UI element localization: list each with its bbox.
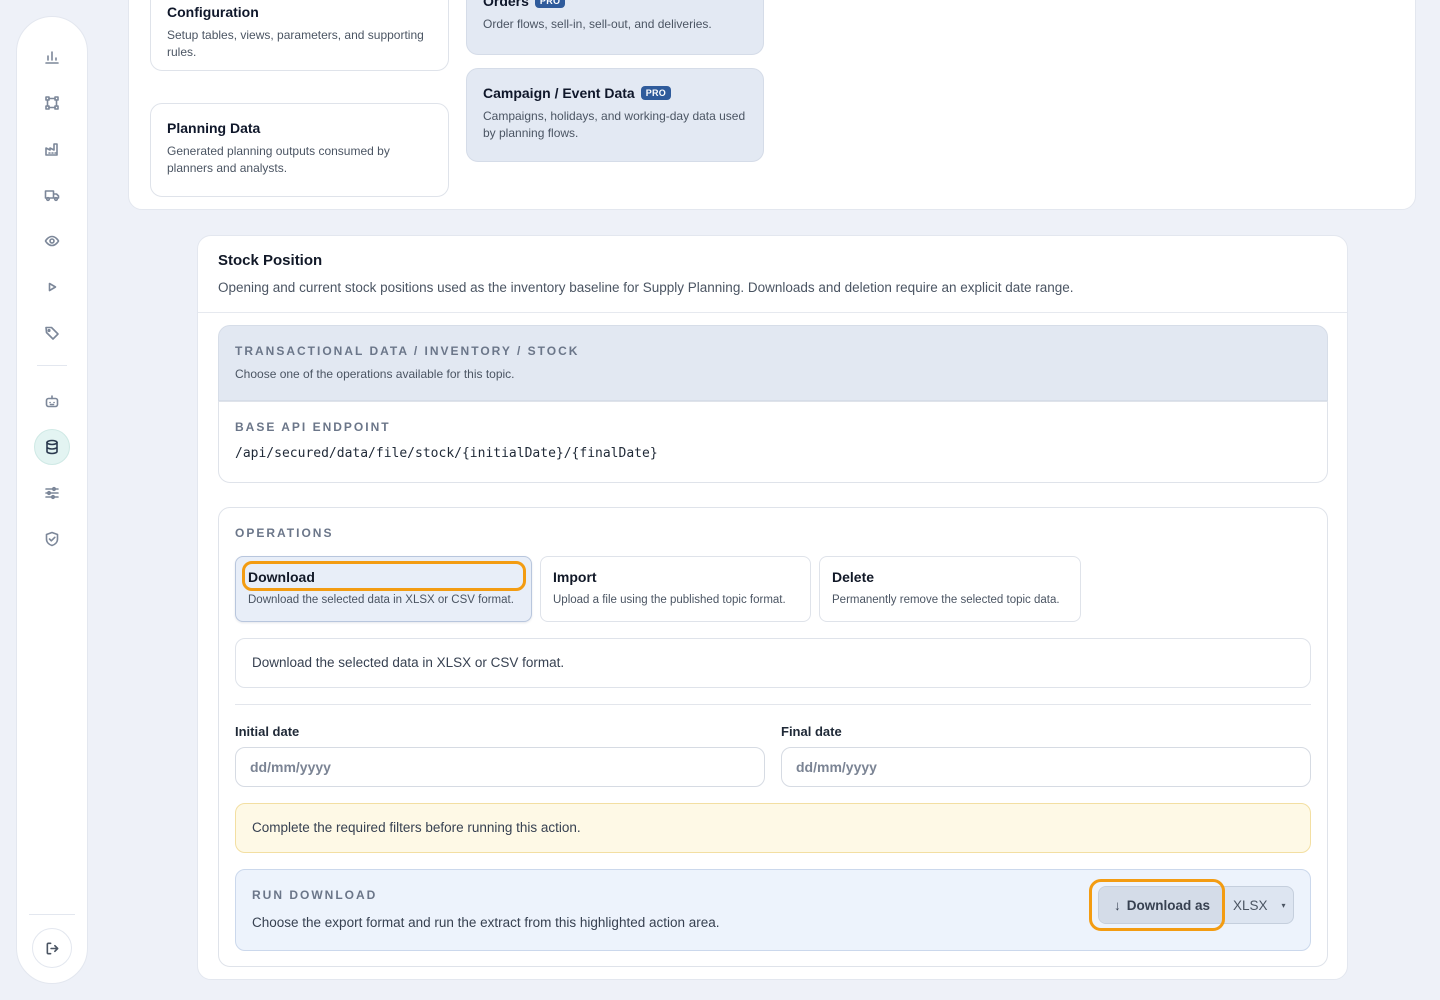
sliders-icon [45,486,59,500]
operation-delete[interactable]: Delete Permanently remove the selected t… [819,556,1081,622]
operation-download[interactable]: Download Download the selected data in X… [235,556,532,622]
page-title: Stock Position [218,252,323,269]
eye-icon [44,235,60,247]
nav-production[interactable] [34,131,70,167]
download-arrow-icon: ↓ [1113,897,1121,913]
catalog-card-orders[interactable]: Orders PRO Order flows, sell-in, sell-ou… [466,0,764,55]
truck-icon [44,190,60,202]
catalog-card-desc: Order flows, sell-in, sell-out, and deli… [483,17,712,31]
tag-icon [45,326,59,340]
selected-operation-description: Download the selected data in XLSX or CS… [235,638,1311,688]
nav-security[interactable] [34,521,70,557]
pro-badge: PRO [534,0,566,8]
catalog-card-title-text: Campaign / Event Data [483,85,635,101]
bar-chart-icon [45,51,59,64]
catalog-card-desc: Generated planning outputs consumed by p… [167,144,390,175]
sidebar [16,16,88,984]
nav-pricing[interactable] [34,315,70,351]
logout-icon [46,942,58,954]
run-download-area: RUN DOWNLOAD Choose the export format an… [235,869,1311,951]
catalog-card-title: Campaign / Event Data PRO [483,85,747,101]
download-button-group: ↓ Download as XLSX ▾ [1098,886,1294,924]
operation-title: Delete [832,569,875,585]
sidebar-divider-bottom [29,914,75,915]
download-as-button[interactable]: ↓ Download as [1099,887,1225,923]
filters-divider [235,704,1311,705]
bot-icon [45,395,59,408]
topic-header: TRANSACTIONAL DATA / INVENTORY / STOCK C… [218,325,1328,401]
factory-icon [45,143,58,156]
nav-workflows[interactable] [34,85,70,121]
operation-desc: Upload a file using the published topic … [553,594,786,606]
initial-date-input[interactable] [235,747,765,787]
filter-warning: Complete the required filters before run… [235,803,1311,853]
api-endpoint-box: BASE API ENDPOINT /api/secured/data/file… [218,401,1328,483]
topic-description: Choose one of the operations available f… [235,367,515,381]
nav-automation[interactable] [34,383,70,419]
final-date-input[interactable] [781,747,1311,787]
nav-analytics[interactable] [34,39,70,75]
stock-position-panel: Stock Position Opening and current stock… [197,235,1348,980]
sidebar-divider [37,365,67,366]
catalog-card-title-text: Orders [483,0,529,9]
run-download-desc: Choose the export format and run the ext… [252,915,720,930]
section-divider [198,312,1347,313]
catalog-card-title: Planning Data [167,120,261,136]
operation-title: Download [248,569,315,585]
catalog-card-title: Orders PRO [483,0,747,9]
operations-label: OPERATIONS [235,526,334,540]
topic-breadcrumb: TRANSACTIONAL DATA / INVENTORY / STOCK [235,344,580,358]
catalog-card-desc: Campaigns, holidays, and working-day dat… [483,109,746,140]
nav-run[interactable] [34,269,70,305]
logout-button[interactable] [32,928,72,968]
shield-check-icon [45,531,59,547]
nav-parameters[interactable] [34,475,70,511]
run-download-label: RUN DOWNLOAD [252,888,378,902]
download-as-label: Download as [1126,897,1210,913]
chevron-down-icon: ▾ [1281,900,1286,910]
format-select[interactable]: XLSX ▾ [1225,887,1293,923]
play-icon [48,282,57,292]
endpoint-label: BASE API ENDPOINT [235,420,391,434]
operation-desc: Permanently remove the selected topic da… [832,594,1060,606]
workflow-icon [45,96,59,110]
operation-desc: Download the selected data in XLSX or CS… [248,594,514,606]
final-date-label: Final date [781,724,842,739]
topic-catalog-panel: Configuration Setup tables, views, param… [128,0,1416,210]
page-subtitle: Opening and current stock positions used… [218,280,1074,295]
nav-data[interactable] [34,429,70,465]
catalog-card-title: Configuration [167,4,259,20]
nav-visibility[interactable] [34,223,70,259]
catalog-card-desc: Setup tables, views, parameters, and sup… [167,28,424,59]
operation-title: Import [553,569,597,585]
catalog-card-configuration[interactable]: Configuration Setup tables, views, param… [150,0,449,71]
format-value: XLSX [1233,897,1268,913]
pro-badge: PRO [640,86,672,100]
catalog-card-planning-data[interactable]: Planning Data Generated planning outputs… [150,103,449,197]
endpoint-value: /api/secured/data/file/stock/{initialDat… [235,446,658,461]
database-icon [46,439,58,455]
nav-logistics[interactable] [34,177,70,213]
initial-date-label: Initial date [235,724,300,739]
catalog-card-campaign[interactable]: Campaign / Event Data PRO Campaigns, hol… [466,68,764,162]
operation-import[interactable]: Import Upload a file using the published… [540,556,811,622]
operations-box: OPERATIONS Download Download the selecte… [218,507,1328,967]
